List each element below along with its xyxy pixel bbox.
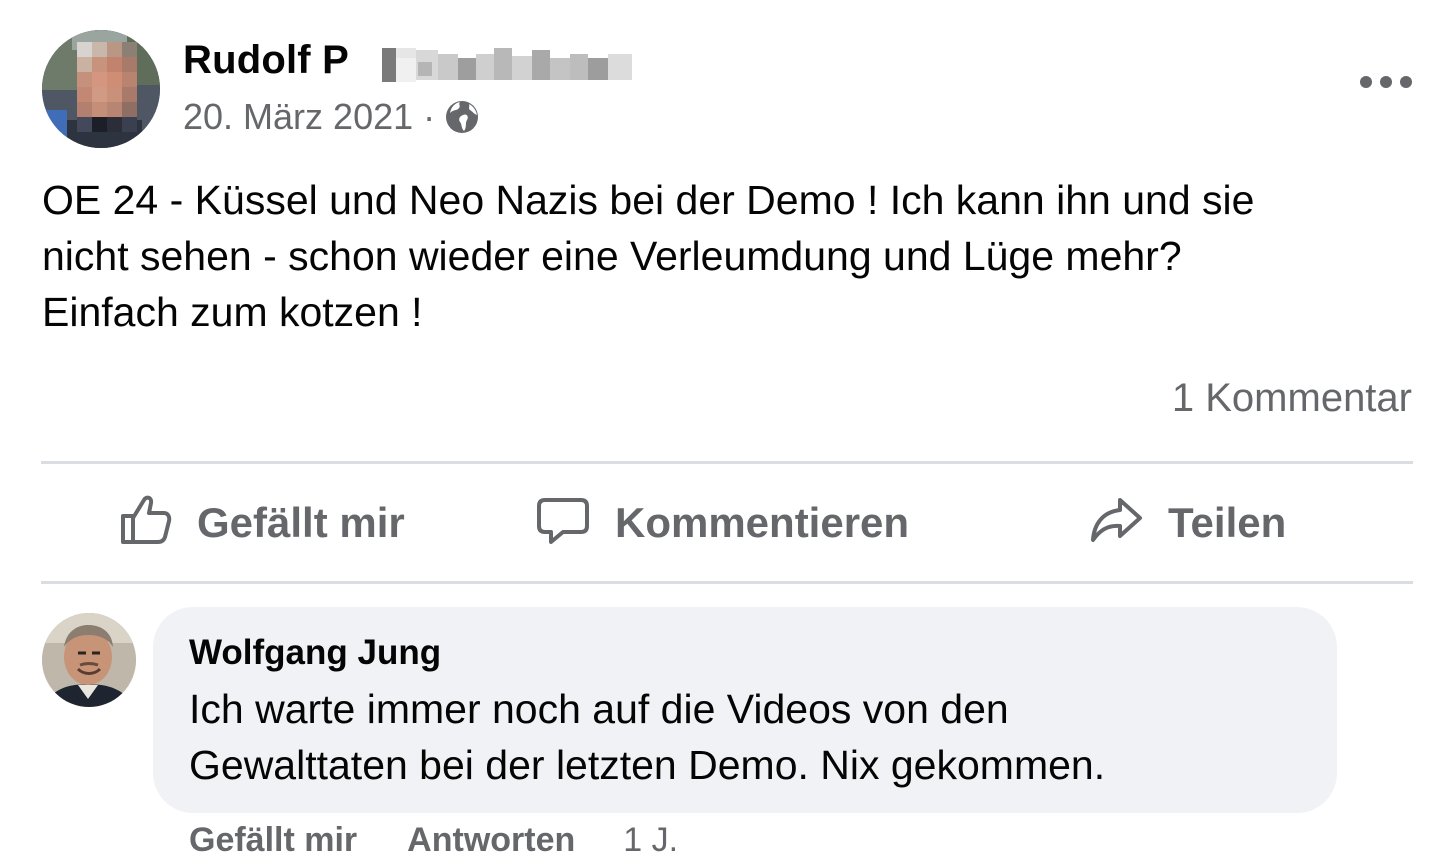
like-label: Gefällt mir [197, 498, 405, 546]
share-arrow-icon [1088, 492, 1144, 553]
thumbs-up-icon [117, 492, 173, 553]
meta-separator: · [423, 96, 436, 137]
share-button[interactable]: Teilen [1088, 464, 1286, 581]
author-avatar-image [42, 30, 160, 148]
author-name[interactable]: Rudolf P [183, 38, 349, 83]
post-action-bar: Gefällt mir Kommentieren Teilen [41, 464, 1413, 581]
author-avatar[interactable] [42, 30, 160, 148]
comment-button[interactable]: Kommentieren [535, 464, 909, 581]
comment-count-link[interactable]: 1 Kommentar [1172, 376, 1412, 421]
more-dot [1380, 76, 1392, 88]
comment-text: Ich warte immer noch auf die Videos von … [189, 686, 1106, 788]
globe-icon[interactable] [443, 98, 481, 136]
comment-actions: Gefällt mir Antworten 1 J. [189, 818, 678, 862]
post-text: OE 24 - Küssel und Neo Nazis bei der Dem… [42, 177, 1255, 335]
post-meta: 20. März 2021 · [183, 96, 481, 138]
comment-timestamp[interactable]: 1 J. [623, 821, 678, 860]
commenter-avatar[interactable] [42, 613, 136, 707]
commenter-name[interactable]: Wolfgang Jung [189, 633, 441, 673]
author-name-pixelation [382, 48, 632, 82]
comment-like-button[interactable]: Gefällt mir [189, 821, 357, 860]
comment-label: Kommentieren [615, 498, 910, 546]
like-button[interactable]: Gefällt mir [117, 464, 405, 581]
divider [41, 581, 1413, 584]
more-dot [1360, 76, 1372, 88]
comment-bubble: Wolfgang Jung Ich warte immer noch auf d… [153, 607, 1337, 813]
more-dots-icon[interactable] [1360, 68, 1412, 96]
post-header: Rudolf P 20. März 2021 · [42, 30, 1412, 150]
share-label: Teilen [1168, 498, 1287, 546]
speech-bubble-icon [535, 492, 591, 553]
more-dot [1400, 76, 1412, 88]
commenter-avatar-image [42, 613, 136, 707]
comment-reply-button[interactable]: Antworten [407, 821, 575, 860]
post-date[interactable]: 20. März 2021 [183, 96, 413, 138]
